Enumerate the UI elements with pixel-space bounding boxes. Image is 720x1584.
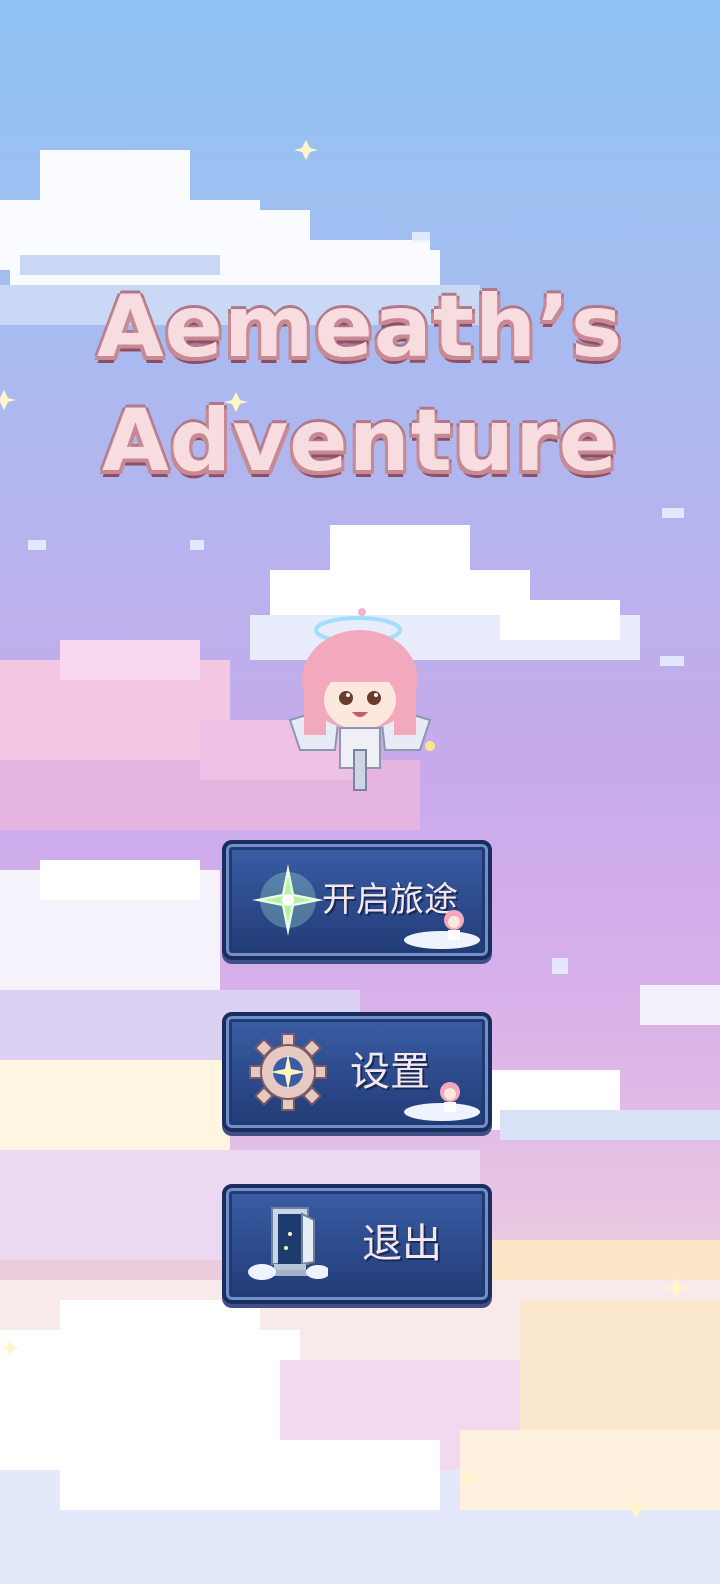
exit-label: 退出 [362, 1221, 442, 1267]
start-journey-button[interactable]: 开启旅途 [222, 840, 492, 960]
gear-icon [249, 1033, 327, 1111]
title-screen: Aemeath’s Adventure 开启旅途 设置 退出 [0, 0, 720, 1584]
mini-angel-cloud-icon [404, 1082, 480, 1121]
cloud-right [470, 985, 720, 1290]
angel-character-sprite [288, 608, 435, 791]
exit-button[interactable]: 退出 [222, 1184, 492, 1304]
cloud-bottom [0, 1280, 720, 1584]
settings-button[interactable]: 设置 [222, 1012, 492, 1132]
game-title: Aemeath’s Adventure [60, 270, 660, 498]
mini-angel-cloud-icon [404, 910, 480, 949]
sparkle-star-icon [252, 864, 324, 936]
door-icon [248, 1207, 328, 1280]
game-title-line-2: Adventure [102, 391, 618, 491]
game-title-line-1: Aemeath’s [96, 277, 624, 377]
